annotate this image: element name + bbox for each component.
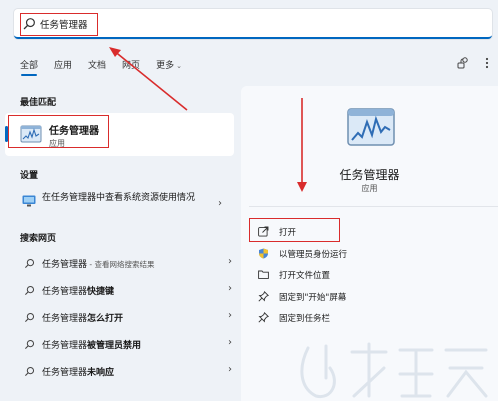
annotation-arrows (109, 47, 307, 192)
